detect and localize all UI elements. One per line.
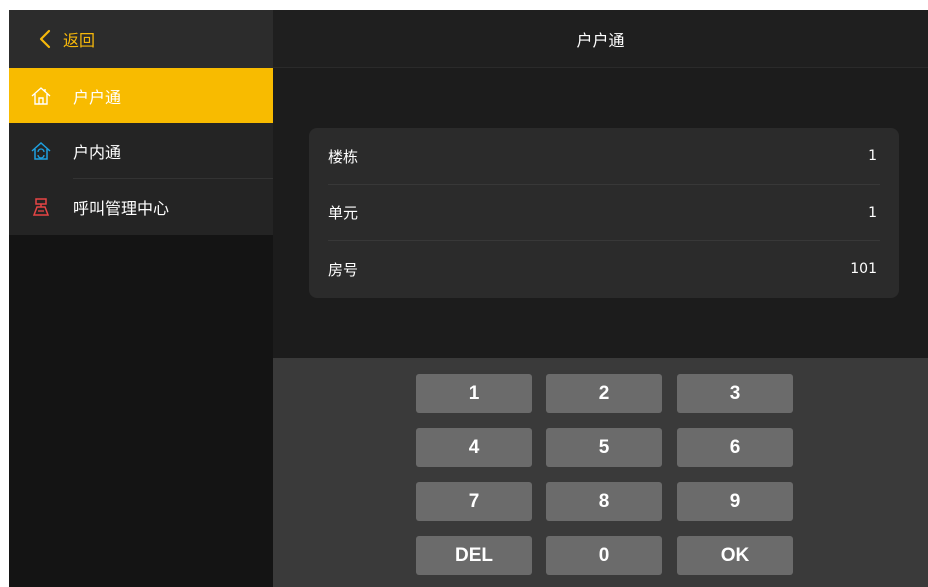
sidebar-menu: 户户通 户内通 呼叫管理中心 (9, 68, 273, 235)
address-form: 楼栋 1 单元 1 房号 101 (309, 128, 899, 298)
key-0[interactable]: 0 (546, 536, 662, 575)
building-field[interactable]: 楼栋 1 (309, 128, 899, 185)
back-button[interactable]: 返回 (9, 10, 273, 68)
sidebar-item-label: 呼叫管理中心 (73, 199, 170, 218)
field-value: 1 (868, 148, 877, 165)
key-6[interactable]: 6 (677, 428, 793, 467)
key-7[interactable]: 7 (416, 482, 532, 521)
header-title: 户户通 (576, 30, 625, 50)
key-delete[interactable]: DEL (416, 536, 532, 575)
sidebar-item-house-to-house[interactable]: 户户通 (9, 68, 273, 123)
key-3[interactable]: 3 (677, 374, 793, 413)
sidebar: 返回 户户通 户内通 呼叫管理中心 (9, 10, 273, 587)
key-5[interactable]: 5 (546, 428, 662, 467)
room-field[interactable]: 房号 101 (309, 241, 899, 298)
key-1[interactable]: 1 (416, 374, 532, 413)
key-ok[interactable]: OK (677, 536, 793, 575)
key-9[interactable]: 9 (677, 482, 793, 521)
field-value: 101 (850, 261, 877, 278)
back-label: 返回 (63, 31, 96, 50)
chevron-left-icon (39, 29, 51, 49)
keypad: 1 2 3 4 5 6 7 8 9 DEL 0 OK (273, 358, 928, 587)
sidebar-item-call-center[interactable]: 呼叫管理中心 (9, 179, 273, 235)
field-label: 楼栋 (328, 147, 359, 166)
key-2[interactable]: 2 (546, 374, 662, 413)
field-value: 1 (868, 204, 877, 221)
key-8[interactable]: 8 (546, 482, 662, 521)
sidebar-item-indoor[interactable]: 户内通 (9, 123, 273, 179)
sidebar-item-label: 户内通 (73, 143, 122, 162)
house-arrows-icon (30, 140, 52, 162)
field-label: 房号 (328, 260, 359, 279)
page-title: 户户通 (273, 10, 928, 68)
unit-field[interactable]: 单元 1 (309, 185, 899, 242)
management-center-icon (30, 196, 52, 218)
sidebar-item-label: 户户通 (73, 87, 122, 107)
house-outline-icon (30, 85, 52, 107)
app-screen: 返回 户户通 户内通 呼叫管理中心 户户通 楼栋 1 单元 1 房号 101 1… (9, 10, 928, 587)
key-4[interactable]: 4 (416, 428, 532, 467)
field-label: 单元 (328, 204, 359, 223)
